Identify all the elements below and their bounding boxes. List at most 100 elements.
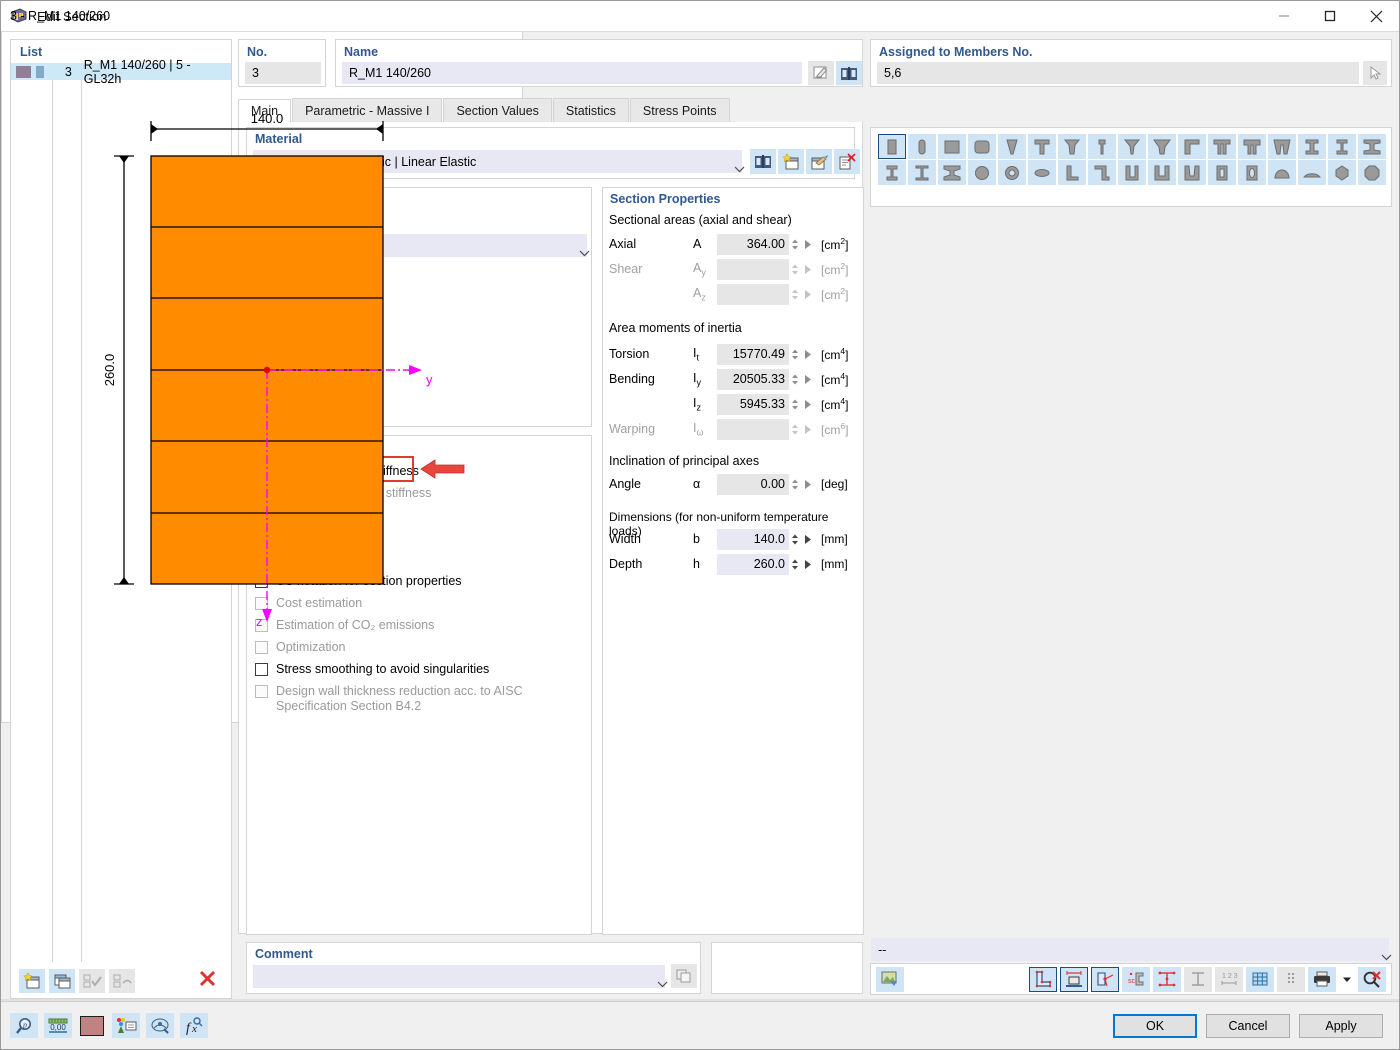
show-axes-button[interactable] <box>1091 966 1119 992</box>
show-stress-points-button[interactable] <box>1153 966 1181 992</box>
value-menu-icon[interactable] <box>801 529 815 550</box>
ok-button[interactable]: OK <box>1113 1013 1197 1038</box>
shape-i-beam-wide[interactable] <box>1358 134 1386 159</box>
view-settings-button[interactable] <box>146 1013 174 1038</box>
view-combo[interactable]: -- <box>871 938 1392 961</box>
value-menu-icon[interactable] <box>801 344 815 365</box>
shape-angle-l[interactable] <box>1058 160 1086 185</box>
shape-i-beam[interactable] <box>1298 134 1326 159</box>
shape-tee-down[interactable] <box>1118 134 1146 159</box>
property-value-field[interactable]: 364.00 <box>717 233 789 255</box>
property-symbol: Ay <box>693 260 706 278</box>
shape-channel-u-wide[interactable] <box>1148 160 1176 185</box>
shape-shallow-dome[interactable] <box>1298 160 1326 185</box>
show-section-outline-button[interactable] <box>1029 966 1057 992</box>
shape-half-dome[interactable] <box>1268 160 1296 185</box>
shape-i-beam-tall[interactable] <box>878 160 906 185</box>
new-section-button[interactable] <box>19 969 45 993</box>
new-material-button[interactable] <box>778 149 804 174</box>
value-menu-icon[interactable] <box>801 554 815 575</box>
tab-statistics[interactable]: Statistics <box>552 98 629 122</box>
shape-circle[interactable] <box>968 160 996 185</box>
shape-square-rounded[interactable] <box>968 134 996 159</box>
shape-i-beam-flared[interactable] <box>938 160 966 185</box>
section-drawing-panel[interactable]: 3 - R_M1 140/260 [mm] 140.0 260.0 <box>1 1 1387 1043</box>
shape-hollow-oval[interactable] <box>1238 160 1266 185</box>
comment-combo[interactable] <box>253 965 668 988</box>
value-menu-icon[interactable] <box>801 369 815 390</box>
shape-channel-u[interactable] <box>1118 160 1146 185</box>
shape-octagon[interactable] <box>1358 160 1386 185</box>
shape-square[interactable] <box>938 134 966 159</box>
decimal-places-button[interactable]: 0,00 <box>44 1013 72 1038</box>
close-button[interactable] <box>1353 1 1399 32</box>
minimize-button[interactable] <box>1261 1 1307 32</box>
print-button[interactable] <box>1308 966 1336 992</box>
cancel-button[interactable]: Cancel <box>1206 1013 1290 1038</box>
shape-double-t-wide[interactable] <box>1238 134 1266 159</box>
property-value-field[interactable]: 20505.33 <box>717 368 789 390</box>
shape-t-narrow[interactable] <box>1088 134 1116 159</box>
property-symbol: It <box>693 345 699 363</box>
shape-channel-trapezoid[interactable] <box>1178 160 1206 185</box>
shape-t-wide[interactable] <box>1058 134 1086 159</box>
spinner-icon[interactable] <box>789 474 801 495</box>
copy-section-button[interactable] <box>49 969 75 993</box>
print-dropdown-button[interactable] <box>1339 967 1355 992</box>
shape-tee-down-wide[interactable] <box>1148 134 1176 159</box>
value-menu-icon[interactable] <box>801 474 815 495</box>
delete-material-button[interactable] <box>834 149 860 174</box>
shape-rect-vertical[interactable] <box>878 134 906 159</box>
spinner-icon[interactable] <box>789 369 801 390</box>
property-value: 15770.49 <box>732 347 785 361</box>
shape-i-beam-narrow[interactable] <box>1328 134 1356 159</box>
shape-hollow-circle[interactable] <box>998 160 1026 185</box>
shape-z[interactable] <box>1088 160 1116 185</box>
formula-button[interactable]: f x <box>180 1013 208 1038</box>
property-value-field[interactable]: 15770.49 <box>717 343 789 365</box>
color-swatch-icon <box>80 1015 104 1036</box>
edit-material-button[interactable] <box>806 149 832 174</box>
color-button[interactable] <box>78 1013 106 1038</box>
zoom-reset-button[interactable] <box>1358 966 1386 992</box>
delete-section-button[interactable] <box>198 969 217 994</box>
property-value-field[interactable]: 5945.33 <box>717 393 789 415</box>
tab-stress-points[interactable]: Stress Points <box>629 98 730 122</box>
shape-t[interactable] <box>1028 134 1056 159</box>
assigned-members-field[interactable]: 5,6 <box>877 62 1359 84</box>
show-dimensions-button[interactable] <box>1060 966 1088 992</box>
property-value: 20505.33 <box>732 372 785 386</box>
spinner-icon[interactable] <box>789 344 801 365</box>
maximize-button[interactable] <box>1307 1 1353 32</box>
property-symbol: b <box>693 532 700 546</box>
shape-hollow-rect[interactable] <box>1208 160 1236 185</box>
shape-taper-v[interactable] <box>998 134 1026 159</box>
property-value-field[interactable]: 0.00 <box>717 473 789 495</box>
spinner-icon[interactable] <box>789 529 801 550</box>
material-library-button[interactable] <box>750 149 776 174</box>
library-icon[interactable] <box>836 61 862 85</box>
property-value-field[interactable]: 260.0 <box>717 553 789 575</box>
apply-button[interactable]: Apply <box>1299 1013 1383 1038</box>
comment-label: Comment <box>255 947 313 961</box>
spinner-icon[interactable] <box>789 394 801 415</box>
value-menu-icon[interactable] <box>801 234 815 255</box>
shape-hexagon[interactable] <box>1328 160 1356 185</box>
shape-angle-t[interactable] <box>1178 134 1206 159</box>
spinner-icon[interactable] <box>789 234 801 255</box>
property-name: Bending <box>609 372 655 386</box>
info-button[interactable]: p <box>10 1013 38 1038</box>
show-shear-center-button[interactable]: sc <box>1122 966 1150 992</box>
render-image-button[interactable] <box>876 966 904 992</box>
shape-double-t-legs[interactable] <box>1208 134 1236 159</box>
shape-ellipse[interactable] <box>1028 160 1056 185</box>
legend-button[interactable] <box>112 1013 140 1038</box>
show-grid-button[interactable] <box>1246 966 1274 992</box>
value-menu-icon[interactable] <box>801 394 815 415</box>
drawing-toolbar: sc 1 2 3 <box>870 963 1392 995</box>
property-value-field[interactable]: 140.0 <box>717 528 789 550</box>
shape-i-beam-thin[interactable] <box>908 160 936 185</box>
shape-double-v-legs[interactable] <box>1268 134 1296 159</box>
shape-rect-rounded-vertical[interactable] <box>908 134 936 159</box>
spinner-icon[interactable] <box>789 554 801 575</box>
